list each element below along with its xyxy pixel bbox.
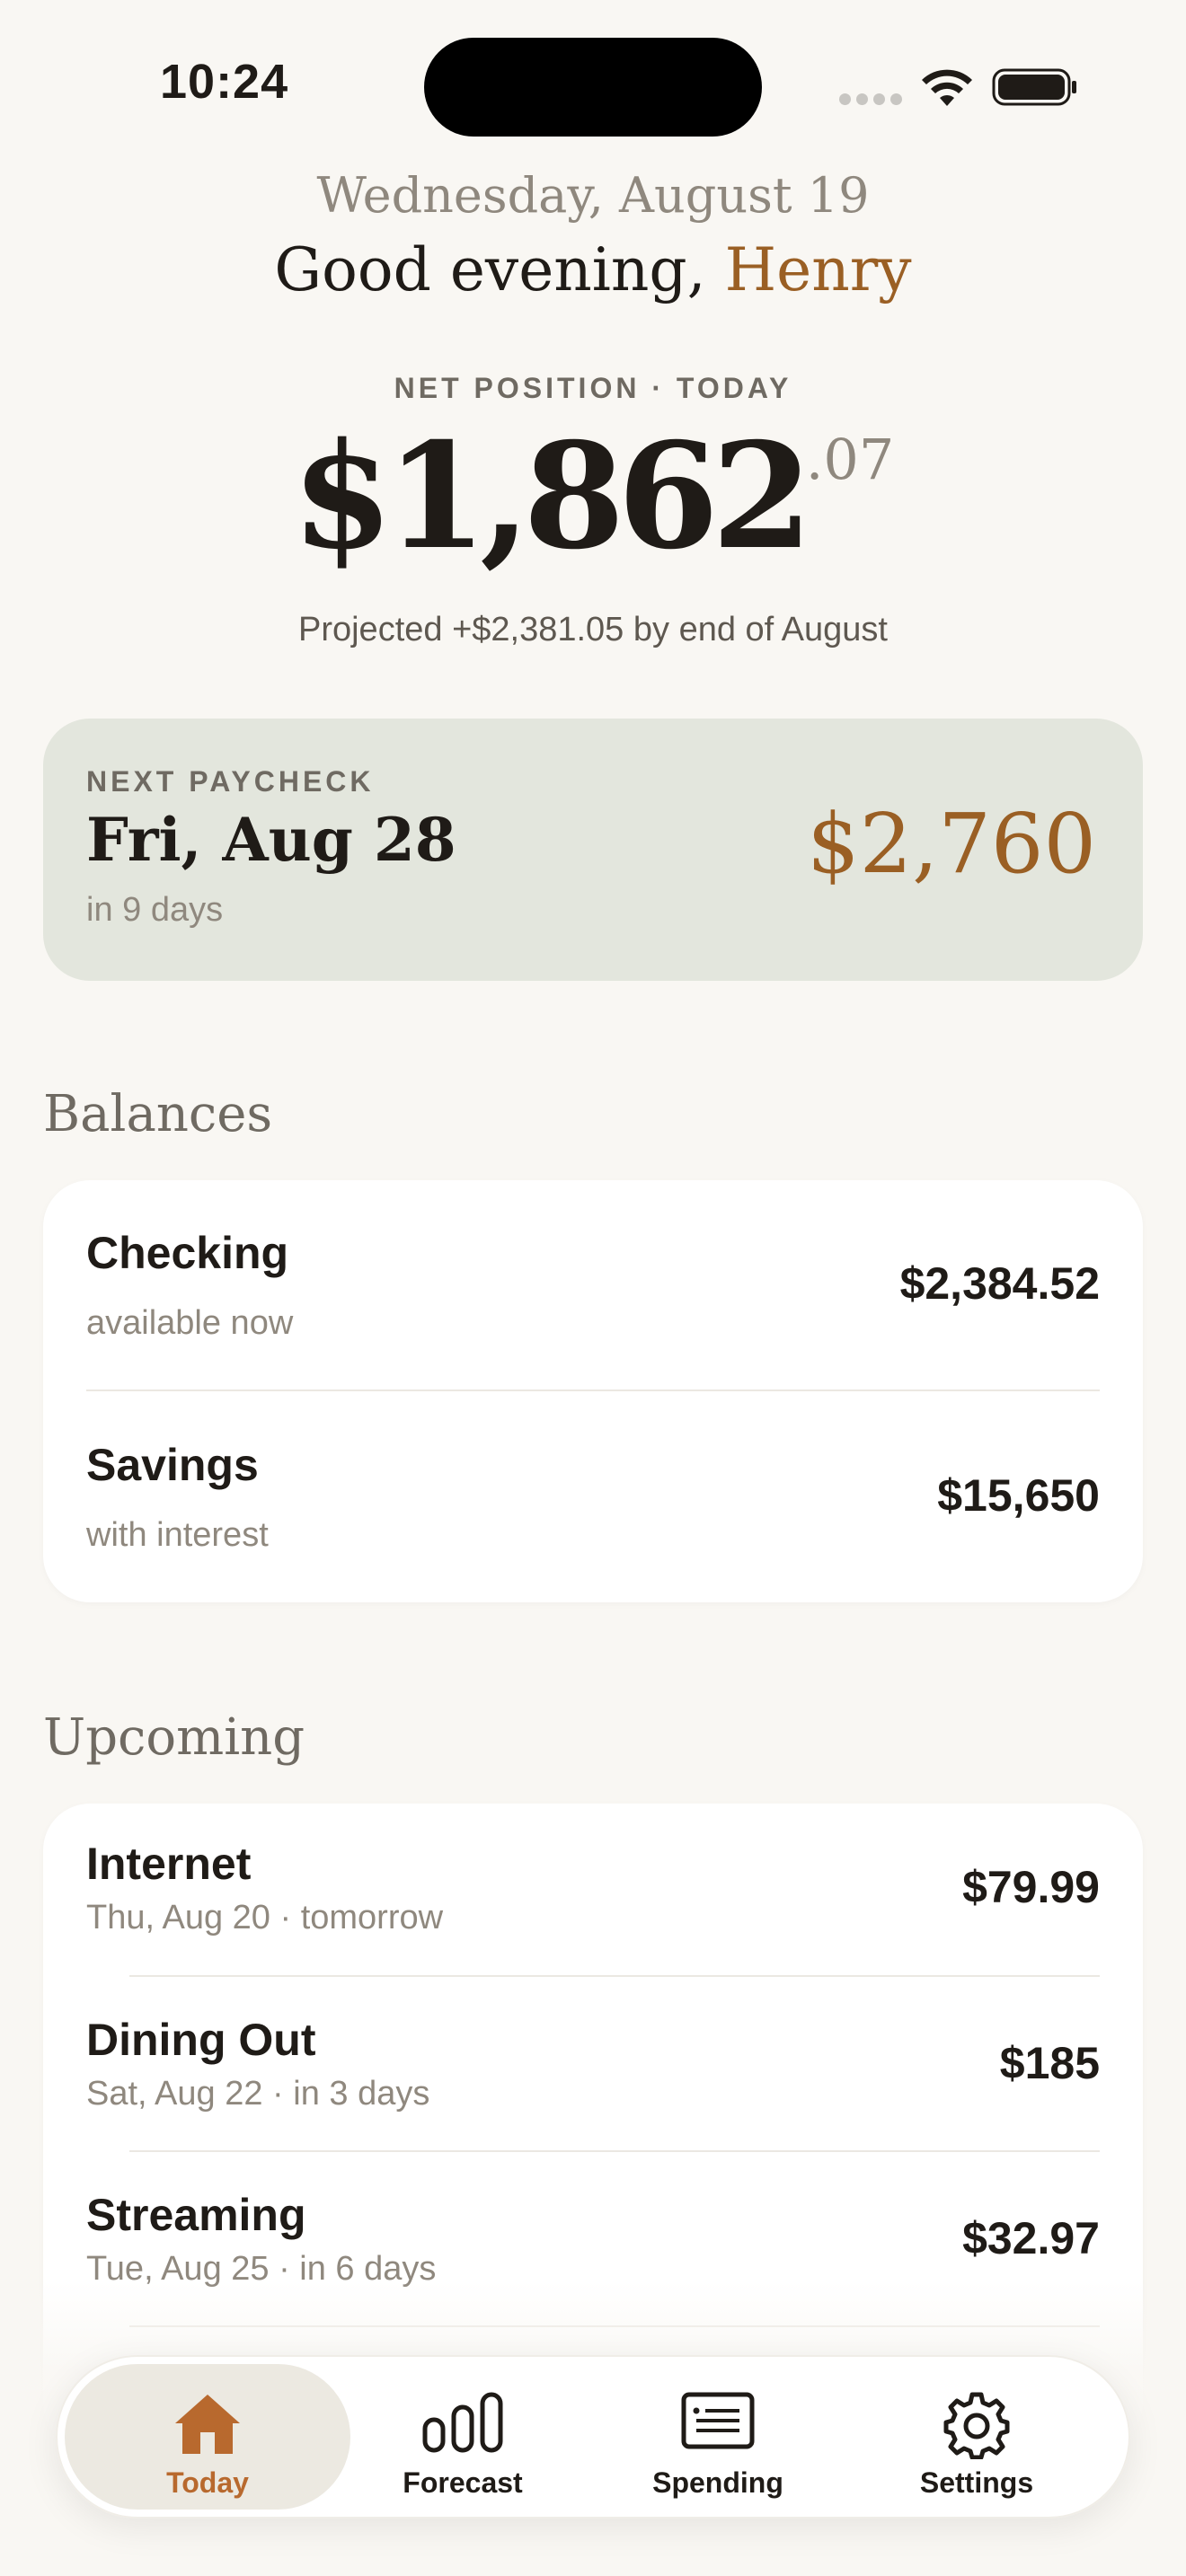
net-position-amount: $1,862.07: [0, 411, 1186, 582]
balance-amount: $15,650: [937, 1470, 1100, 1521]
dynamic-island: [424, 38, 762, 137]
tab-spending[interactable]: Spending: [575, 2364, 861, 2510]
next-paycheck-card[interactable]: NEXT PAYCHECK Fri, Aug 28 in 9 days $2,7…: [43, 719, 1143, 981]
balance-label: Checking: [86, 1228, 289, 1278]
upcoming-label: Streaming: [86, 2190, 306, 2240]
balance-sub: with interest: [86, 1516, 269, 1554]
paycheck-amount: $2,760: [807, 796, 1096, 892]
upcoming-title: Upcoming: [43, 1708, 305, 1767]
upcoming-sub: Thu, Aug 20 · tomorrow: [86, 1899, 444, 1936]
tab-forecast[interactable]: Forecast: [320, 2364, 606, 2510]
upcoming-row[interactable]: Dining Out Sat, Aug 22 · in 3 days $185: [43, 1978, 1143, 2150]
upcoming-label: Dining Out: [86, 2015, 316, 2065]
cellular-signal-icon: [839, 93, 902, 106]
balance-row-checking[interactable]: Checking available now $2,384.52: [43, 1180, 1143, 1390]
paycheck-date: Fri, Aug 28: [86, 805, 456, 875]
balances-card: Checking available now $2,384.52 Savings…: [43, 1180, 1143, 1602]
home-icon: [175, 2395, 240, 2454]
paycheck-label: NEXT PAYCHECK: [86, 765, 375, 798]
user-name: Henry: [724, 235, 912, 304]
divider: [86, 1389, 1100, 1391]
battery-icon: [992, 68, 1076, 106]
status-time: 10:24: [160, 55, 289, 109]
greeting: Good evening, Henry: [0, 235, 1186, 304]
greeting-prefix: Good evening,: [274, 235, 706, 304]
tab-label: Today: [166, 2466, 249, 2499]
upcoming-row[interactable]: Internet Thu, Aug 20 · tomorrow $79.99: [43, 1804, 1143, 1976]
tab-label: Forecast: [403, 2466, 523, 2499]
net-position-label: NET POSITION · TODAY: [394, 372, 792, 404]
divider: [129, 2150, 1100, 2152]
bar-chart-icon: [422, 2392, 503, 2453]
upcoming-amount: $79.99: [962, 1862, 1100, 1912]
gear-icon: [943, 2392, 1010, 2459]
balance-row-savings[interactable]: Savings with interest $15,650: [43, 1392, 1143, 1602]
date-label: Wednesday, August 19: [316, 167, 870, 224]
receipt-icon: [681, 2392, 755, 2449]
net-amount-main: $1,862: [291, 411, 813, 582]
tab-bar: Today Forecast Spending Settings: [56, 2355, 1130, 2519]
balance-label: Savings: [86, 1440, 259, 1490]
balance-sub: available now: [86, 1304, 294, 1342]
balances-title: Balances: [43, 1085, 273, 1143]
upcoming-amount: $185: [999, 2038, 1100, 2088]
status-bar: 10:24: [0, 0, 1186, 162]
upcoming-label: Internet: [86, 1839, 252, 1889]
paycheck-countdown: in 9 days: [86, 891, 224, 929]
wifi-icon: [922, 69, 972, 106]
tab-today[interactable]: Today: [65, 2364, 350, 2510]
tab-settings[interactable]: Settings: [834, 2364, 1120, 2510]
upcoming-sub: Sat, Aug 22 · in 3 days: [86, 2075, 430, 2113]
divider: [129, 1975, 1100, 1977]
net-amount-cents: .07: [805, 427, 895, 492]
balance-amount: $2,384.52: [899, 1258, 1100, 1309]
tab-label: Settings: [919, 2466, 1034, 2499]
projected-text: Projected +$2,381.05 by end of August: [297, 611, 888, 648]
tab-label: Spending: [652, 2466, 783, 2499]
upcoming-amount: $32.97: [962, 2213, 1100, 2263]
